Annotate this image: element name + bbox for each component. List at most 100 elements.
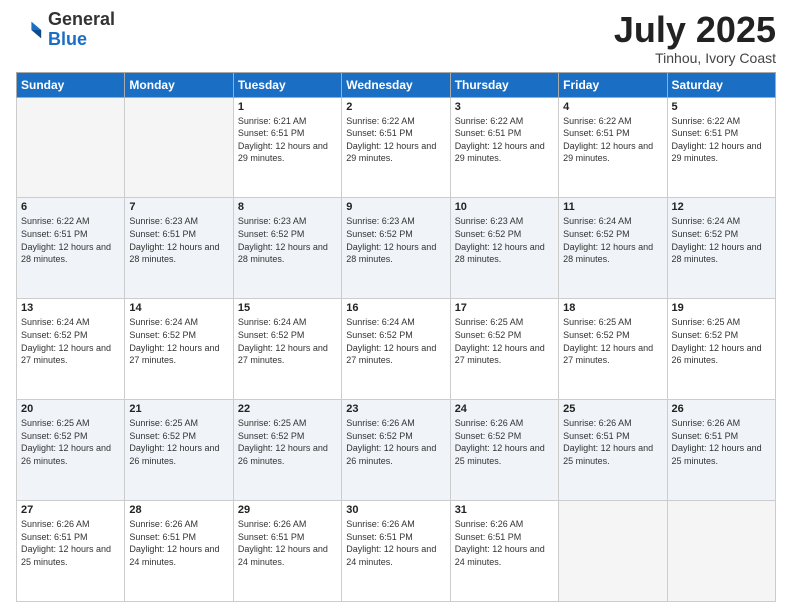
day-info: Sunrise: 6:26 AM Sunset: 6:51 PM Dayligh…: [455, 518, 554, 568]
day-number: 24: [455, 403, 554, 415]
day-info: Sunrise: 6:25 AM Sunset: 6:52 PM Dayligh…: [129, 417, 228, 467]
calendar-cell: 17 Sunrise: 6:25 AM Sunset: 6:52 PM Dayli…: [450, 299, 558, 400]
day-info: Sunrise: 6:23 AM Sunset: 6:52 PM Dayligh…: [238, 215, 337, 265]
day-number: 9: [346, 201, 445, 213]
calendar-cell: 29Sunrise: 6:26 AM Sunset: 6:51 PM Dayli…: [233, 501, 341, 602]
day-info: Sunrise: 6:23 AM Sunset: 6:52 PM Dayligh…: [455, 215, 554, 265]
calendar-cell: 9 Sunrise: 6:23 AM Sunset: 6:52 PM Daylig…: [342, 198, 450, 299]
logo: General Blue: [16, 10, 115, 50]
day-number: 12: [672, 201, 771, 213]
calendar-cell: 13 Sunrise: 6:24 AM Sunset: 6:52 PM Dayli…: [17, 299, 125, 400]
day-info: Sunrise: 6:22 AM Sunset: 6:51 PM Dayligh…: [563, 115, 662, 165]
day-number: 13: [21, 302, 120, 314]
day-info: Sunrise: 6:23 AM Sunset: 6:51 PM Dayligh…: [129, 215, 228, 265]
calendar-cell: [125, 97, 233, 198]
logo-text: General Blue: [48, 10, 115, 50]
day-number: 17: [455, 302, 554, 314]
day-info: Sunrise: 6:24 AM Sunset: 6:52 PM Dayligh…: [21, 316, 120, 366]
calendar-cell: [667, 501, 775, 602]
calendar-cell: 27 Sunrise: 6:26 AM Sunset: 6:51 PM Dayli…: [17, 501, 125, 602]
calendar-cell: 1 Sunrise: 6:21 AM Sunset: 6:51 PM Daylig…: [233, 97, 341, 198]
calendar-cell: 8 Sunrise: 6:23 AM Sunset: 6:52 PM Daylig…: [233, 198, 341, 299]
calendar-cell: 24 Sunrise: 6:26 AM Sunset: 6:52 PM Dayli…: [450, 400, 558, 501]
day-info: Sunrise: 6:24 AM Sunset: 6:52 PM Dayligh…: [346, 316, 445, 366]
calendar-cell: 25Sunrise: 6:26 AM Sunset: 6:51 PM Dayli…: [559, 400, 667, 501]
page: General Blue July 2025 Tinhou, Ivory Coa…: [0, 0, 792, 612]
day-number: 8: [238, 201, 337, 213]
day-info: Sunrise: 6:25 AM Sunset: 6:52 PM Dayligh…: [21, 417, 120, 467]
calendar-week-row: 1 Sunrise: 6:21 AM Sunset: 6:51 PM Daylig…: [17, 97, 776, 198]
calendar-cell: 12 Sunrise: 6:24 AM Sunset: 6:52 PM Dayli…: [667, 198, 775, 299]
day-number: 7: [129, 201, 228, 213]
day-info: Sunrise: 6:26 AM Sunset: 6:51 PM Dayligh…: [21, 518, 120, 568]
calendar-week-row: 13 Sunrise: 6:24 AM Sunset: 6:52 PM Dayli…: [17, 299, 776, 400]
day-number: 4: [563, 101, 662, 113]
day-number: 29: [238, 504, 337, 516]
day-number: 31: [455, 504, 554, 516]
calendar-cell: 19 Sunrise: 6:25 AM Sunset: 6:52 PM Dayli…: [667, 299, 775, 400]
day-info: Sunrise: 6:22 AM Sunset: 6:51 PM Dayligh…: [455, 115, 554, 165]
calendar-header-sunday: Sunday: [17, 72, 125, 97]
day-info: Sunrise: 6:25 AM Sunset: 6:52 PM Dayligh…: [238, 417, 337, 467]
calendar-cell: 21 Sunrise: 6:25 AM Sunset: 6:52 PM Dayli…: [125, 400, 233, 501]
calendar-week-row: 20 Sunrise: 6:25 AM Sunset: 6:52 PM Dayli…: [17, 400, 776, 501]
calendar-header-tuesday: Tuesday: [233, 72, 341, 97]
logo-blue: Blue: [48, 29, 87, 49]
calendar-cell: 31 Sunrise: 6:26 AM Sunset: 6:51 PM Dayli…: [450, 501, 558, 602]
calendar-week-row: 6 Sunrise: 6:22 AM Sunset: 6:51 PM Daylig…: [17, 198, 776, 299]
day-info: Sunrise: 6:26 AM Sunset: 6:51 PM Dayligh…: [563, 417, 662, 467]
calendar-cell: 3 Sunrise: 6:22 AM Sunset: 6:51 PM Daylig…: [450, 97, 558, 198]
day-number: 11: [563, 201, 662, 213]
calendar-cell: 30 Sunrise: 6:26 AM Sunset: 6:51 PM Dayli…: [342, 501, 450, 602]
header: General Blue July 2025 Tinhou, Ivory Coa…: [16, 10, 776, 66]
calendar-cell: 20 Sunrise: 6:25 AM Sunset: 6:52 PM Dayli…: [17, 400, 125, 501]
calendar-cell: 7 Sunrise: 6:23 AM Sunset: 6:51 PM Daylig…: [125, 198, 233, 299]
day-info: Sunrise: 6:26 AM Sunset: 6:52 PM Dayligh…: [455, 417, 554, 467]
day-number: 2: [346, 101, 445, 113]
calendar-header-friday: Friday: [559, 72, 667, 97]
day-info: Sunrise: 6:26 AM Sunset: 6:51 PM Dayligh…: [129, 518, 228, 568]
day-info: Sunrise: 6:24 AM Sunset: 6:52 PM Dayligh…: [238, 316, 337, 366]
day-number: 20: [21, 403, 120, 415]
day-number: 30: [346, 504, 445, 516]
day-info: Sunrise: 6:26 AM Sunset: 6:51 PM Dayligh…: [346, 518, 445, 568]
day-number: 19: [672, 302, 771, 314]
day-info: Sunrise: 6:26 AM Sunset: 6:51 PM Dayligh…: [672, 417, 771, 467]
calendar-week-row: 27 Sunrise: 6:26 AM Sunset: 6:51 PM Dayli…: [17, 501, 776, 602]
day-info: Sunrise: 6:23 AM Sunset: 6:52 PM Dayligh…: [346, 215, 445, 265]
day-number: 18: [563, 302, 662, 314]
day-info: Sunrise: 6:22 AM Sunset: 6:51 PM Dayligh…: [21, 215, 120, 265]
calendar-cell: [17, 97, 125, 198]
day-info: Sunrise: 6:24 AM Sunset: 6:52 PM Dayligh…: [563, 215, 662, 265]
calendar-cell: 26 Sunrise: 6:26 AM Sunset: 6:51 PM Dayli…: [667, 400, 775, 501]
day-info: Sunrise: 6:21 AM Sunset: 6:51 PM Dayligh…: [238, 115, 337, 165]
day-number: 22: [238, 403, 337, 415]
day-info: Sunrise: 6:25 AM Sunset: 6:52 PM Dayligh…: [672, 316, 771, 366]
calendar-cell: [559, 501, 667, 602]
day-number: 1: [238, 101, 337, 113]
main-title: July 2025: [614, 10, 776, 50]
calendar-cell: 2 Sunrise: 6:22 AM Sunset: 6:51 PM Daylig…: [342, 97, 450, 198]
title-block: July 2025 Tinhou, Ivory Coast: [614, 10, 776, 66]
day-info: Sunrise: 6:22 AM Sunset: 6:51 PM Dayligh…: [346, 115, 445, 165]
day-info: Sunrise: 6:24 AM Sunset: 6:52 PM Dayligh…: [672, 215, 771, 265]
calendar-cell: 10 Sunrise: 6:23 AM Sunset: 6:52 PM Dayli…: [450, 198, 558, 299]
day-info: Sunrise: 6:25 AM Sunset: 6:52 PM Dayligh…: [455, 316, 554, 366]
calendar-header-monday: Monday: [125, 72, 233, 97]
calendar-cell: 22 Sunrise: 6:25 AM Sunset: 6:52 PM Dayli…: [233, 400, 341, 501]
calendar-header-thursday: Thursday: [450, 72, 558, 97]
day-info: Sunrise: 6:24 AM Sunset: 6:52 PM Dayligh…: [129, 316, 228, 366]
day-number: 28: [129, 504, 228, 516]
day-number: 27: [21, 504, 120, 516]
calendar-header-saturday: Saturday: [667, 72, 775, 97]
calendar-header-row: SundayMondayTuesdayWednesdayThursdayFrid…: [17, 72, 776, 97]
logo-icon: [16, 16, 44, 44]
day-number: 15: [238, 302, 337, 314]
day-number: 6: [21, 201, 120, 213]
day-number: 26: [672, 403, 771, 415]
day-number: 21: [129, 403, 228, 415]
day-number: 3: [455, 101, 554, 113]
day-number: 10: [455, 201, 554, 213]
calendar-cell: 16Sunrise: 6:24 AM Sunset: 6:52 PM Dayli…: [342, 299, 450, 400]
day-number: 5: [672, 101, 771, 113]
